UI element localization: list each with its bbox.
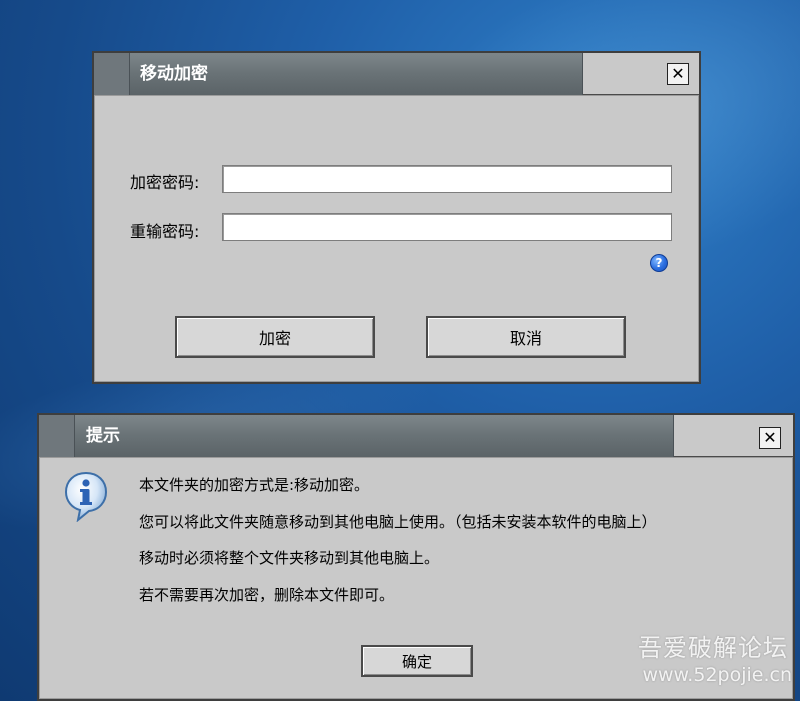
titlebar-edge [39, 415, 75, 457]
encrypt-dialog-body: 加密密码: 重输密码: ? 加密 取消 [94, 95, 699, 382]
notice-dialog-title: 提示 [86, 426, 120, 446]
titlebar-edge [94, 53, 130, 95]
watermark-url: www.52pojie.cn [642, 664, 792, 686]
close-icon: ✕ [671, 64, 685, 83]
close-button[interactable]: ✕ [759, 427, 781, 449]
info-icon [64, 471, 108, 522]
confirm-password-label: 重输密码: [130, 222, 200, 241]
encrypt-dialog: 移动加密 ✕ 加密密码: 重输密码: ? 加密 取消 [92, 51, 701, 384]
close-button[interactable]: ✕ [667, 63, 689, 85]
message-line: 若不需要再次加密，删除本文件即可。 [139, 586, 395, 604]
titlebar-title-area [74, 415, 674, 457]
encrypt-dialog-title: 移动加密 [140, 64, 208, 84]
message-line: 本文件夹的加密方式是:移动加密。 [139, 476, 370, 494]
notice-dialog-titlebar[interactable]: 提示 ✕ [39, 415, 793, 457]
encrypt-dialog-titlebar[interactable]: 移动加密 ✕ [94, 53, 699, 95]
encrypt-button[interactable]: 加密 [175, 316, 375, 358]
cancel-button[interactable]: 取消 [426, 316, 626, 358]
close-icon: ✕ [763, 428, 777, 447]
help-glyph: ? [655, 256, 663, 270]
message-line: 移动时必须将整个文件夹移动到其他电脑上。 [139, 549, 440, 567]
watermark-title: 吾爱破解论坛 [638, 634, 788, 662]
confirm-password-input[interactable] [222, 213, 672, 241]
password-input[interactable] [222, 165, 672, 193]
message-line: 您可以将此文件夹随意移动到其他电脑上使用。（包括未安装本软件的电脑上） [139, 513, 657, 531]
help-icon[interactable]: ? [650, 254, 668, 272]
password-label: 加密密码: [130, 173, 200, 192]
ok-button[interactable]: 确定 [361, 645, 473, 677]
